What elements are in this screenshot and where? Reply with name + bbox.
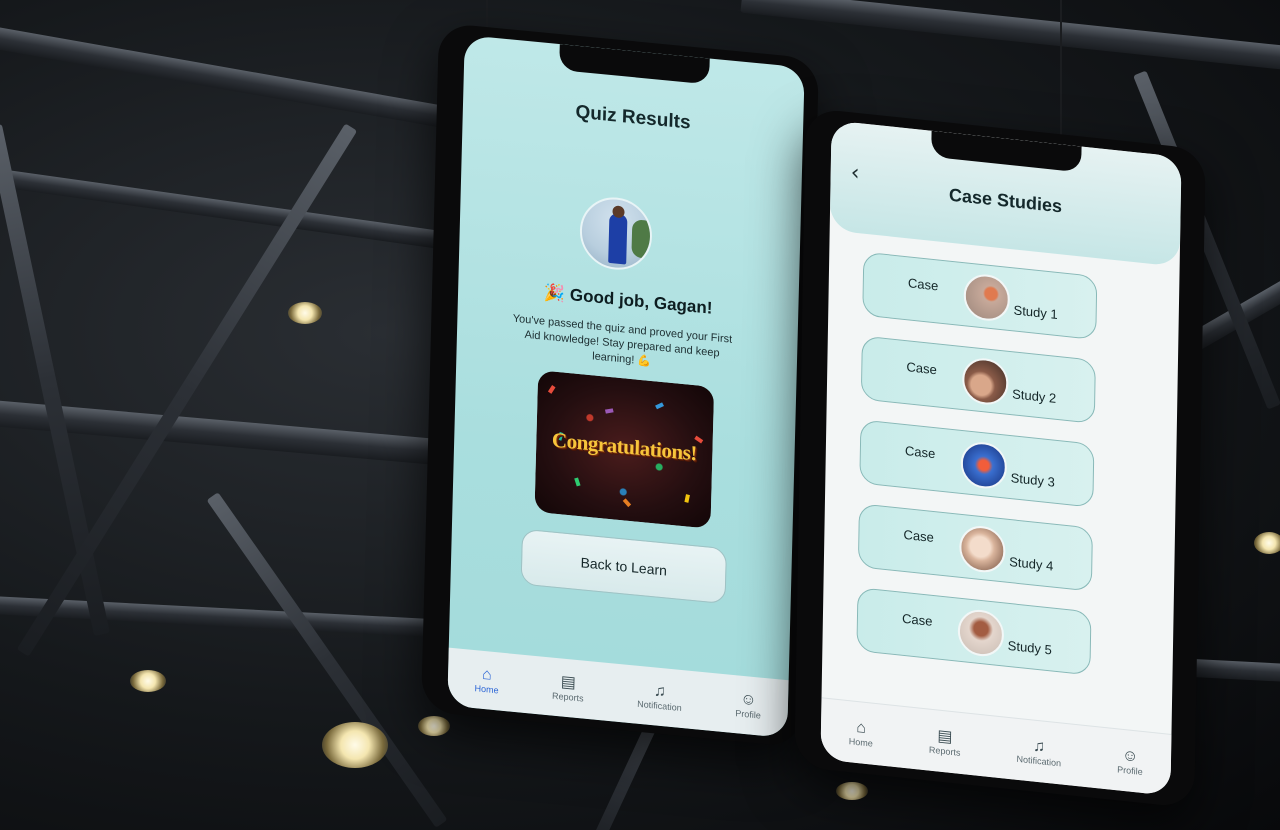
case-study-card[interactable]: Case Study 2 xyxy=(860,335,1096,424)
nav-home[interactable]: ⌂ Home xyxy=(474,665,499,696)
nav-label: Profile xyxy=(1117,763,1143,777)
nav-home[interactable]: ⌂ Home xyxy=(849,718,874,748)
ceiling-beam xyxy=(0,163,479,255)
case-thumbnail xyxy=(960,439,1008,491)
nav-label: Notification xyxy=(1016,753,1062,768)
case-thumbnail xyxy=(957,607,1005,659)
case-number-label: Study 1 xyxy=(1013,302,1058,323)
case-studies-screen: ‹ Case Studies Case Study 1 Case Study 2… xyxy=(820,120,1182,796)
congratulations-banner: Congratulations! xyxy=(534,370,715,529)
home-icon: ⌂ xyxy=(856,718,867,737)
nav-label: Home xyxy=(474,683,499,696)
bottom-nav: ⌂ Home ▤ Reports ♫ Notification ☺ Profil… xyxy=(820,697,1172,796)
case-label: Case xyxy=(907,275,939,294)
case-number-label: Study 2 xyxy=(1012,386,1057,406)
case-label: Case xyxy=(901,610,933,629)
case-label: Case xyxy=(906,359,937,378)
ceiling-light xyxy=(418,716,450,736)
ceiling-light xyxy=(1254,532,1280,554)
nav-label: Reports xyxy=(928,744,961,758)
quiz-screen: Quiz Results 🎉 Good job, Gagan! You've p… xyxy=(447,34,805,739)
nav-reports[interactable]: ▤ Reports xyxy=(551,673,584,704)
bell-icon: ♫ xyxy=(1032,737,1046,756)
nav-profile[interactable]: ☺ Profile xyxy=(1117,746,1143,777)
ceiling-beam xyxy=(740,0,1280,76)
case-study-card[interactable]: Case Study 1 xyxy=(862,251,1098,341)
avatar-background-tree xyxy=(631,219,653,260)
case-label: Case xyxy=(904,443,936,462)
nav-label: Reports xyxy=(551,690,584,704)
nav-notification[interactable]: ♫ Notification xyxy=(637,681,682,713)
avatar xyxy=(579,194,653,273)
user-icon: ☺ xyxy=(740,690,757,710)
ceiling-light xyxy=(836,782,868,800)
case-study-card[interactable]: Case Study 4 xyxy=(857,503,1093,592)
ceiling-beam xyxy=(206,492,448,828)
ceiling-light xyxy=(322,722,388,768)
ceiling-beam xyxy=(0,124,110,636)
phone-notch xyxy=(559,44,710,85)
case-thumbnail xyxy=(963,272,1011,323)
banner-text: Congratulations! xyxy=(551,427,698,466)
case-thumbnail xyxy=(958,523,1006,575)
case-thumbnail xyxy=(961,356,1009,407)
case-number-label: Study 4 xyxy=(1009,553,1054,574)
bottom-nav: ⌂ Home ▤ Reports ♫ Notification ☺ Profil… xyxy=(447,647,789,739)
case-study-card[interactable]: Case Study 3 xyxy=(859,419,1095,508)
phone-quiz-results: Quiz Results 🎉 Good job, Gagan! You've p… xyxy=(421,22,819,748)
clipboard-icon: ▤ xyxy=(560,673,577,692)
ceiling-scene: Quiz Results 🎉 Good job, Gagan! You've p… xyxy=(0,0,1280,830)
bell-icon: ♫ xyxy=(653,682,667,701)
ceiling-light xyxy=(130,670,166,692)
case-number-label: Study 3 xyxy=(1010,470,1055,490)
nav-profile[interactable]: ☺ Profile xyxy=(735,690,761,721)
page-title: Quiz Results xyxy=(575,101,691,134)
nav-label: Notification xyxy=(637,698,682,714)
nav-reports[interactable]: ▤ Reports xyxy=(929,726,961,757)
user-icon: ☺ xyxy=(1121,746,1139,766)
nav-label: Profile xyxy=(735,708,761,721)
case-label: Case xyxy=(903,526,934,546)
clipboard-icon: ▤ xyxy=(937,726,953,746)
nav-label: Home xyxy=(848,735,873,749)
case-number-label: Study 5 xyxy=(1007,637,1052,658)
nav-notification[interactable]: ♫ Notification xyxy=(1016,735,1061,768)
phone-case-studies: ‹ Case Studies Case Study 1 Case Study 2… xyxy=(794,107,1206,809)
case-study-card[interactable]: Case Study 5 xyxy=(856,587,1092,676)
ceiling-light xyxy=(288,302,322,324)
back-to-learn-button[interactable]: Back to Learn xyxy=(520,528,727,605)
result-message: You've passed the quiz and proved your F… xyxy=(512,312,733,368)
avatar-person xyxy=(608,212,628,265)
home-icon: ⌂ xyxy=(481,665,492,684)
